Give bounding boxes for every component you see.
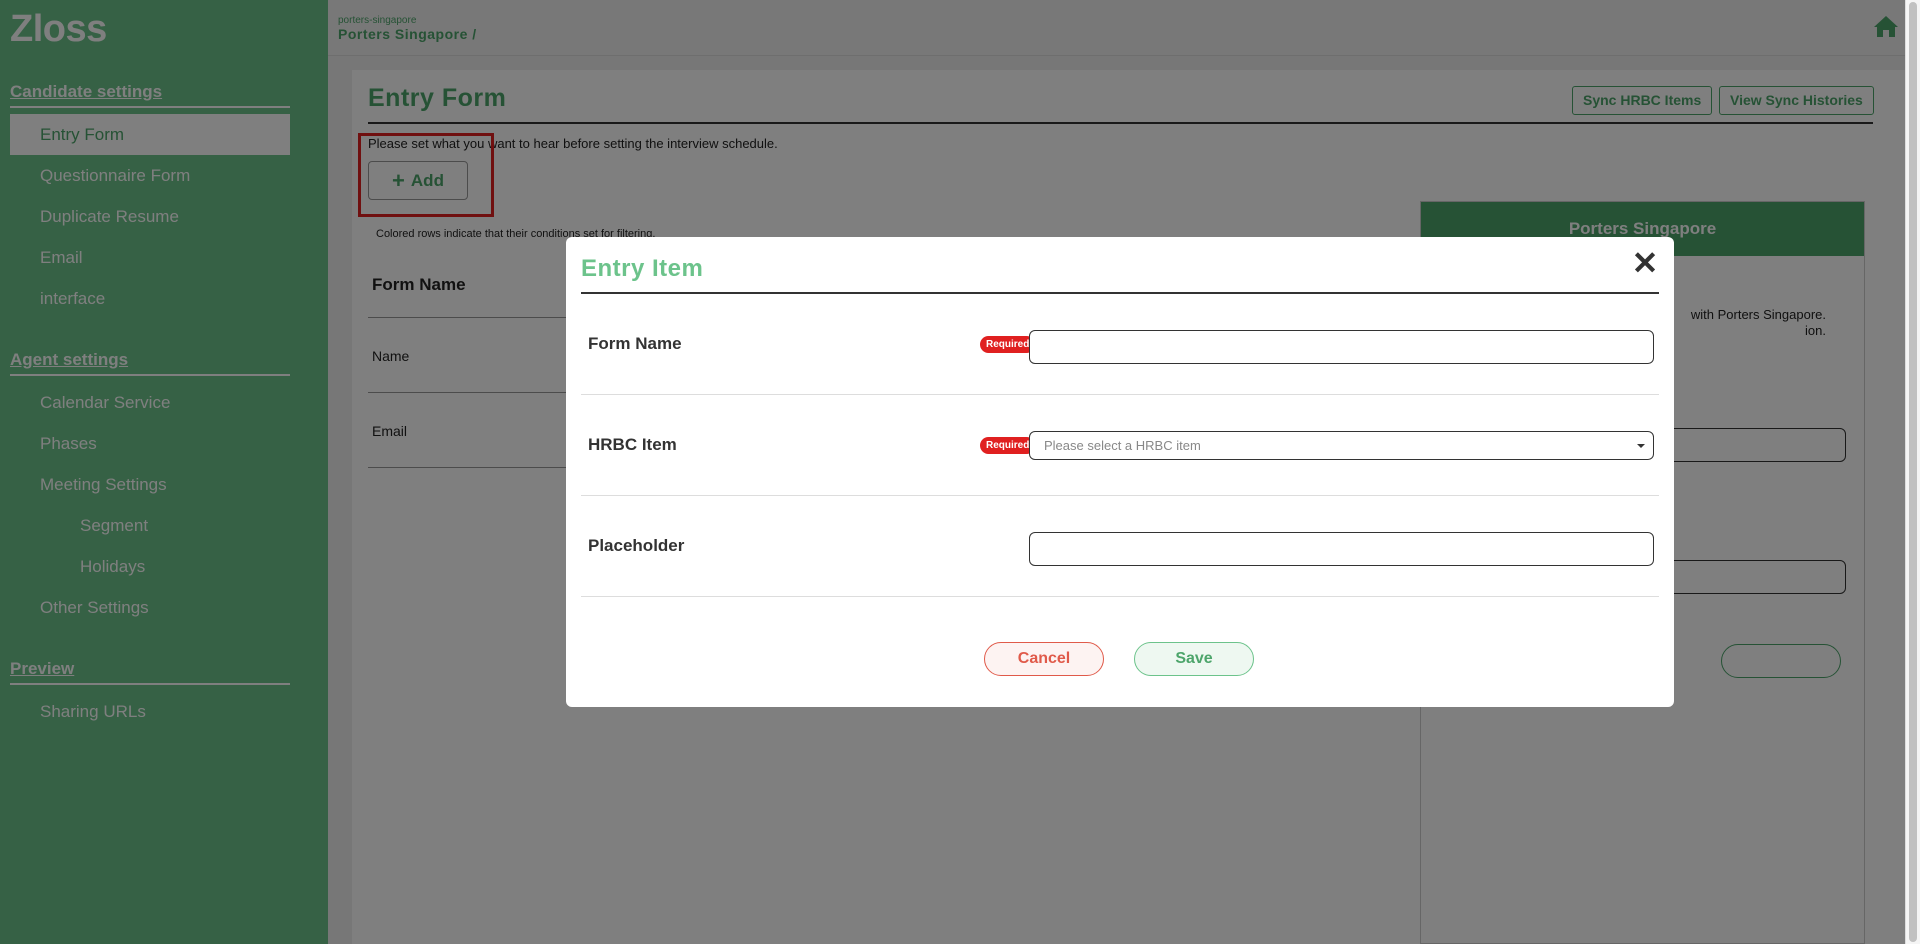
close-icon[interactable]: ✕ xyxy=(1630,247,1660,279)
hrbc-item-select[interactable]: Please select a HRBC item xyxy=(1029,431,1654,460)
chevron-down-icon xyxy=(1637,444,1645,448)
form-name-label: Form Name xyxy=(588,334,682,353)
hrbc-item-placeholder: Please select a HRBC item xyxy=(1044,438,1201,453)
cancel-button[interactable]: Cancel xyxy=(984,642,1104,676)
entry-item-modal: Entry Item ✕ Form Name Required HRBC Ite… xyxy=(566,237,1674,707)
placeholder-row: Placeholder xyxy=(581,496,1659,597)
hrbc-item-label: HRBC Item xyxy=(588,435,677,454)
modal-title: Entry Item xyxy=(581,255,704,282)
form-name-row: Form Name Required xyxy=(581,294,1659,395)
required-badge: Required xyxy=(980,437,1036,454)
placeholder-field[interactable] xyxy=(1029,532,1654,566)
required-badge: Required xyxy=(980,336,1036,353)
save-button[interactable]: Save xyxy=(1134,642,1254,676)
form-name-field[interactable] xyxy=(1029,330,1654,364)
hrbc-item-row: HRBC Item Required Please select a HRBC … xyxy=(581,395,1659,496)
placeholder-label: Placeholder xyxy=(588,536,685,555)
scrollbar[interactable] xyxy=(1905,0,1920,944)
